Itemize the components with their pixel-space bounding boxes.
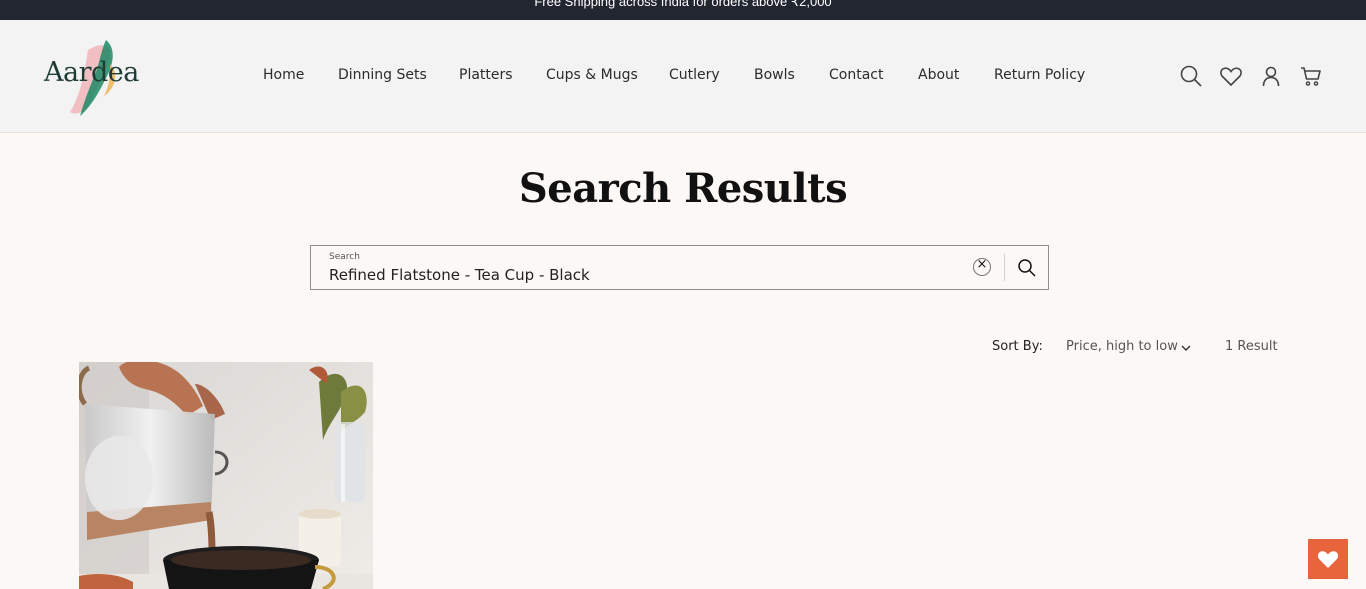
search-divider (1004, 254, 1005, 281)
nav-return-policy[interactable]: Return Policy (994, 67, 1085, 83)
account-icon[interactable] (1259, 64, 1283, 88)
search-submit-icon (1018, 259, 1036, 277)
logo[interactable]: Aardea (40, 34, 160, 120)
sort-select[interactable]: Price, high to low (1066, 339, 1178, 354)
nav-contact[interactable]: Contact (829, 67, 883, 83)
search-input[interactable]: Refined Flatstone - Tea Cup - Black (329, 266, 590, 284)
wishlist-fab-button[interactable] (1308, 539, 1348, 579)
result-count: 1 Result (1225, 339, 1278, 354)
chevron-down-icon[interactable] (1180, 342, 1192, 354)
nav-platters[interactable]: Platters (459, 67, 513, 83)
search-submit-button[interactable] (1015, 256, 1039, 280)
product-image (79, 362, 373, 589)
heart-icon[interactable] (1219, 64, 1243, 88)
heart-icon (1317, 551, 1339, 568)
nav-bowls[interactable]: Bowls (754, 67, 795, 83)
announcement-text: Free Shipping across India for orders ab… (534, 0, 832, 9)
nav-cutlery[interactable]: Cutlery (669, 67, 720, 83)
nav-about[interactable]: About (918, 67, 959, 83)
nav-dinning-sets[interactable]: Dinning Sets (338, 67, 427, 83)
close-icon: × (976, 257, 988, 272)
cart-icon[interactable] (1299, 64, 1323, 88)
logo-text: Aardea (44, 57, 139, 88)
nav-cups-mugs[interactable]: Cups & Mugs (546, 67, 638, 83)
search-label: Search (329, 252, 360, 262)
product-card[interactable] (79, 362, 373, 589)
sort-label: Sort By: (992, 339, 1043, 354)
site-header: Aardea Home Dinning Sets Platters Cups &… (0, 20, 1366, 133)
page-title: Search Results (518, 165, 848, 212)
clear-search-button[interactable]: × (973, 257, 991, 276)
announcement-bar: Free Shipping across India for orders ab… (0, 0, 1366, 20)
search-icon[interactable] (1179, 64, 1203, 88)
search-field[interactable]: Search Refined Flatstone - Tea Cup - Bla… (310, 245, 1049, 290)
nav-home[interactable]: Home (263, 67, 304, 83)
